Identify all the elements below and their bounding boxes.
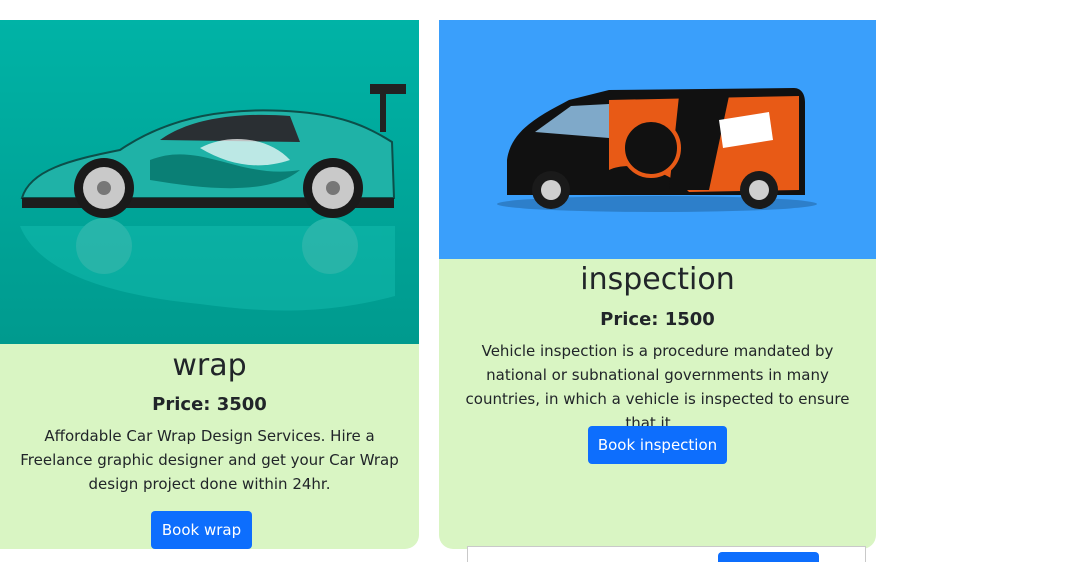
inspection-van-image <box>439 20 876 259</box>
book-inspection-button[interactable]: Book inspection <box>588 426 727 464</box>
service-image-wrap <box>0 20 419 344</box>
service-price: Price: 3500 <box>152 394 267 415</box>
car-wrap-image <box>0 20 419 344</box>
service-description: Affordable Car Wrap Design Services. Hir… <box>20 427 399 493</box>
service-title: inspection <box>580 262 735 297</box>
service-card-next <box>467 546 866 562</box>
service-image-inspection <box>439 20 876 259</box>
service-title: wrap <box>172 348 247 383</box>
page: wrap Price: 3500 Affordable Car Wrap Des… <box>0 0 1069 562</box>
service-card-wrap: wrap Price: 3500 Affordable Car Wrap Des… <box>0 20 419 549</box>
book-wrap-button[interactable]: Book wrap <box>151 511 252 549</box>
service-description: Vehicle inspection is a procedure mandat… <box>465 342 850 432</box>
service-card-inspection: inspection Price: 1500 Vehicle inspectio… <box>439 20 876 549</box>
book-button-partial[interactable] <box>718 552 819 562</box>
service-price: Price: 1500 <box>600 309 715 330</box>
